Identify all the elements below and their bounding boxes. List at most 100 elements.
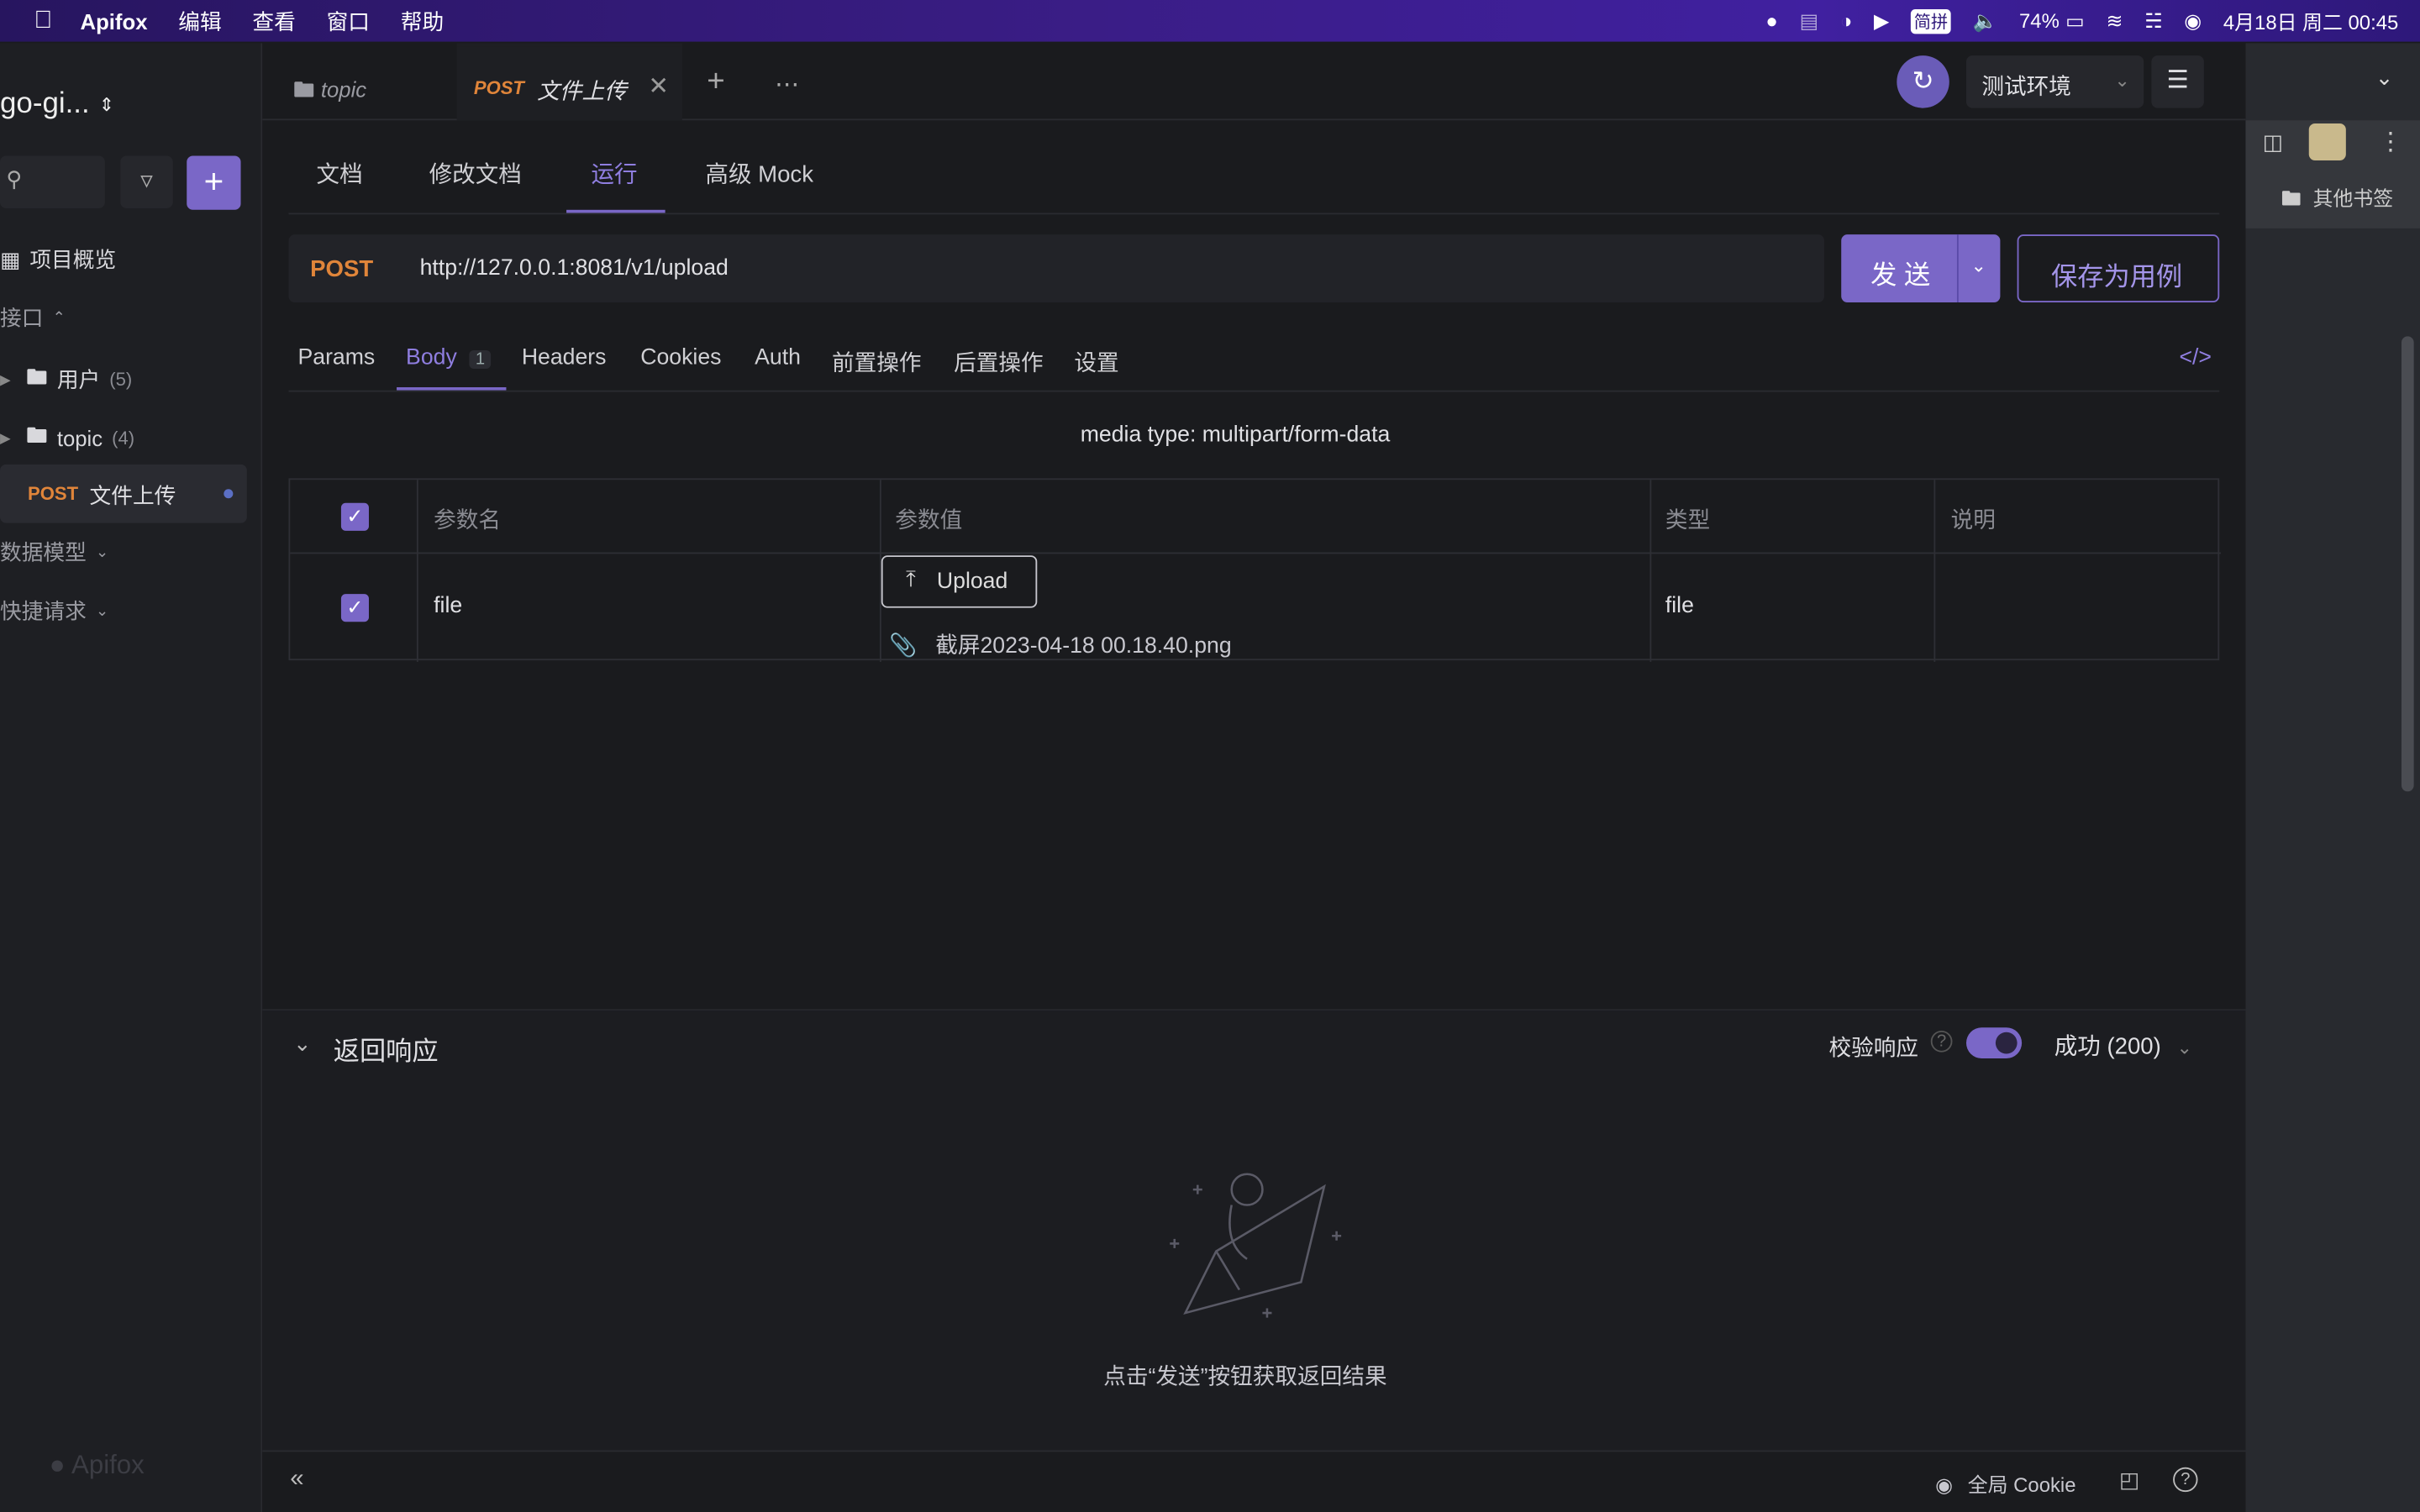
- sidebar-folder-users[interactable]: ▶ 🖿 用户 (5): [0, 361, 132, 398]
- chevron-down-icon[interactable]: ⌄: [2375, 65, 2394, 91]
- apifox-watermark: ● Apifox: [50, 1451, 145, 1482]
- project-selector[interactable]: go-gi... ⇕: [0, 88, 114, 122]
- wifi-icon[interactable]: ≋: [2106, 8, 2123, 33]
- subtab-run[interactable]: 运行: [591, 157, 637, 190]
- attached-file[interactable]: 📎 截屏2023-04-18 00.18.40.png: [889, 628, 1232, 661]
- play-icon[interactable]: ▶: [1874, 8, 1889, 33]
- shirt-icon[interactable]: ◰: [2119, 1467, 2139, 1494]
- sidebar-folder-topic[interactable]: ▶ 🖿 topic (4): [0, 420, 134, 457]
- sidebar-search-input[interactable]: ⚲: [0, 155, 105, 208]
- collapse-response-toggle[interactable]: ⌄: [293, 1031, 312, 1057]
- menu-help[interactable]: 帮助: [401, 5, 444, 36]
- battery-icon[interactable]: ▭: [2065, 8, 2085, 33]
- clock[interactable]: 4月18日 周二 00:45: [2223, 6, 2398, 35]
- tab-upload-label: 文件上传: [537, 80, 627, 105]
- validate-toggle[interactable]: [1966, 1027, 2023, 1058]
- method-select[interactable]: POST: [310, 256, 373, 282]
- menu-view[interactable]: 查看: [252, 5, 295, 36]
- help-circle-icon[interactable]: ?: [2173, 1467, 2198, 1493]
- menu-window[interactable]: 窗口: [327, 5, 370, 36]
- param-name[interactable]: file: [434, 594, 462, 618]
- chevron-down-icon: ⌄: [2114, 69, 2130, 92]
- code-icon[interactable]: </>: [2179, 345, 2212, 370]
- menu-bar:  Apifox 编辑 查看 窗口 帮助 ● ▤ ◑ ▶ 简拼 🔈 74% ▭ …: [0, 0, 2420, 42]
- sync-button[interactable]: ↻: [1897, 55, 1949, 108]
- tab-headers[interactable]: Headers: [522, 345, 607, 370]
- chevron-down-icon[interactable]: ⌄: [1971, 255, 1986, 276]
- row-checkbox[interactable]: ✓: [340, 594, 369, 622]
- wechat-icon[interactable]: ◑: [1840, 9, 1852, 33]
- add-button[interactable]: +: [187, 155, 241, 210]
- env-selector[interactable]: 测试环境 ⌄: [1966, 55, 2144, 108]
- filter-icon: ▿: [140, 168, 153, 195]
- control-center-icon[interactable]: ☵: [2144, 8, 2162, 33]
- folder-icon: 🖿: [292, 76, 315, 102]
- tab-topic[interactable]: 🖿 topic: [293, 74, 366, 111]
- divider: [288, 213, 2220, 215]
- global-cookie-button[interactable]: ◉ 全局 Cookie: [1935, 1469, 2075, 1499]
- folder-users-count: (5): [109, 368, 133, 391]
- grid-icon: ▦: [0, 245, 21, 271]
- ime-indicator[interactable]: 简拼: [1911, 8, 1951, 34]
- url-input[interactable]: http://127.0.0.1:8081/v1/upload: [420, 256, 729, 281]
- upload-button[interactable]: ⤒ Upload: [881, 555, 1038, 608]
- send-button[interactable]: 发 送 ⌄: [1841, 234, 2001, 302]
- send-label: 发 送: [1870, 260, 1931, 291]
- tab-post-ops[interactable]: 后置操作: [954, 345, 1044, 378]
- validate-label: 校验响应: [1828, 1037, 1919, 1062]
- tab-settings[interactable]: 设置: [1074, 345, 1118, 378]
- sidebar-toggle-icon[interactable]: ◫: [2263, 129, 2283, 155]
- new-tab-button[interactable]: +: [707, 65, 724, 100]
- volume-icon[interactable]: 🔈: [1973, 8, 1998, 33]
- tab-pre-ops[interactable]: 前置操作: [832, 345, 922, 378]
- tab-upload[interactable]: POST 文件上传 ✕: [456, 43, 682, 121]
- empty-hint: 点击“发送”按钮获取返回结果: [1103, 1365, 1387, 1390]
- help-icon[interactable]: ?: [1930, 1030, 1953, 1053]
- more-tabs-button[interactable]: ⋯: [775, 70, 799, 101]
- tab-body[interactable]: Body 1: [406, 345, 492, 370]
- quick-request-label: 快捷请求: [0, 598, 87, 624]
- hamburger-icon: ☰: [2166, 67, 2189, 95]
- subtab-mock[interactable]: 高级 Mock: [705, 157, 813, 190]
- apple-icon[interactable]: : [34, 7, 52, 34]
- save-as-case-button[interactable]: 保存为用例: [2017, 234, 2220, 302]
- param-type[interactable]: file: [1665, 594, 1694, 618]
- chevron-up-icon: ⌃: [52, 309, 66, 327]
- folder-icon: 🖿: [26, 364, 48, 389]
- tab-method: POST: [473, 76, 524, 99]
- subtab-doc[interactable]: 文档: [317, 157, 363, 190]
- sidebar-section-data-model[interactable]: 数据模型 ⌄: [0, 537, 108, 568]
- select-all-checkbox[interactable]: ✓: [340, 502, 369, 531]
- sidebar-section-interfaces[interactable]: 接口 ⌃: [0, 302, 66, 333]
- folder-users-label: 用户: [56, 367, 101, 392]
- bookmark-folder[interactable]: 🖿 其他书签: [2281, 182, 2393, 219]
- send-divider: [1956, 234, 1959, 302]
- subtab-edit-doc[interactable]: 修改文档: [429, 157, 522, 190]
- divider: [288, 390, 2220, 392]
- collapse-sidebar-button[interactable]: «: [290, 1466, 303, 1494]
- browser-scrollbar[interactable]: [2401, 336, 2414, 792]
- menu-edit[interactable]: 编辑: [178, 5, 221, 36]
- footer-bar: « ◉ 全局 Cookie ◰ ?: [262, 1450, 2246, 1512]
- tab-cookies[interactable]: Cookies: [640, 345, 721, 370]
- tab-auth[interactable]: Auth: [755, 345, 801, 370]
- response-title: 返回响应: [333, 1037, 439, 1067]
- sidebar-item-upload[interactable]: POST 文件上传: [0, 464, 247, 523]
- kebab-menu-icon[interactable]: ⋮: [2378, 127, 2402, 158]
- ghost-icon[interactable]: ●: [1765, 9, 1777, 33]
- tab-body-label: Body: [406, 345, 457, 370]
- screen-icon[interactable]: ▤: [1800, 8, 1819, 33]
- menu-button[interactable]: ☰: [2151, 55, 2204, 108]
- header-name: 参数名: [434, 509, 502, 534]
- sidebar-item-overview[interactable]: ▦ 项目概览: [0, 244, 116, 275]
- status-select[interactable]: 成功 (200) ⌄: [2054, 1029, 2192, 1062]
- extension-icon[interactable]: [2308, 123, 2346, 161]
- browser-window-edge: ⌄ ◫ ⋮ 🖿 其他书签: [2245, 43, 2420, 1512]
- sidebar-section-quick-request[interactable]: 快捷请求 ⌄: [0, 596, 108, 627]
- filter-button[interactable]: ▿: [120, 155, 173, 208]
- menu-app-name[interactable]: Apifox: [81, 8, 148, 33]
- close-icon[interactable]: ✕: [648, 71, 669, 102]
- siri-icon[interactable]: ◉: [2184, 8, 2202, 33]
- tab-params[interactable]: Params: [297, 345, 375, 370]
- folder-topic-label: topic: [56, 425, 103, 451]
